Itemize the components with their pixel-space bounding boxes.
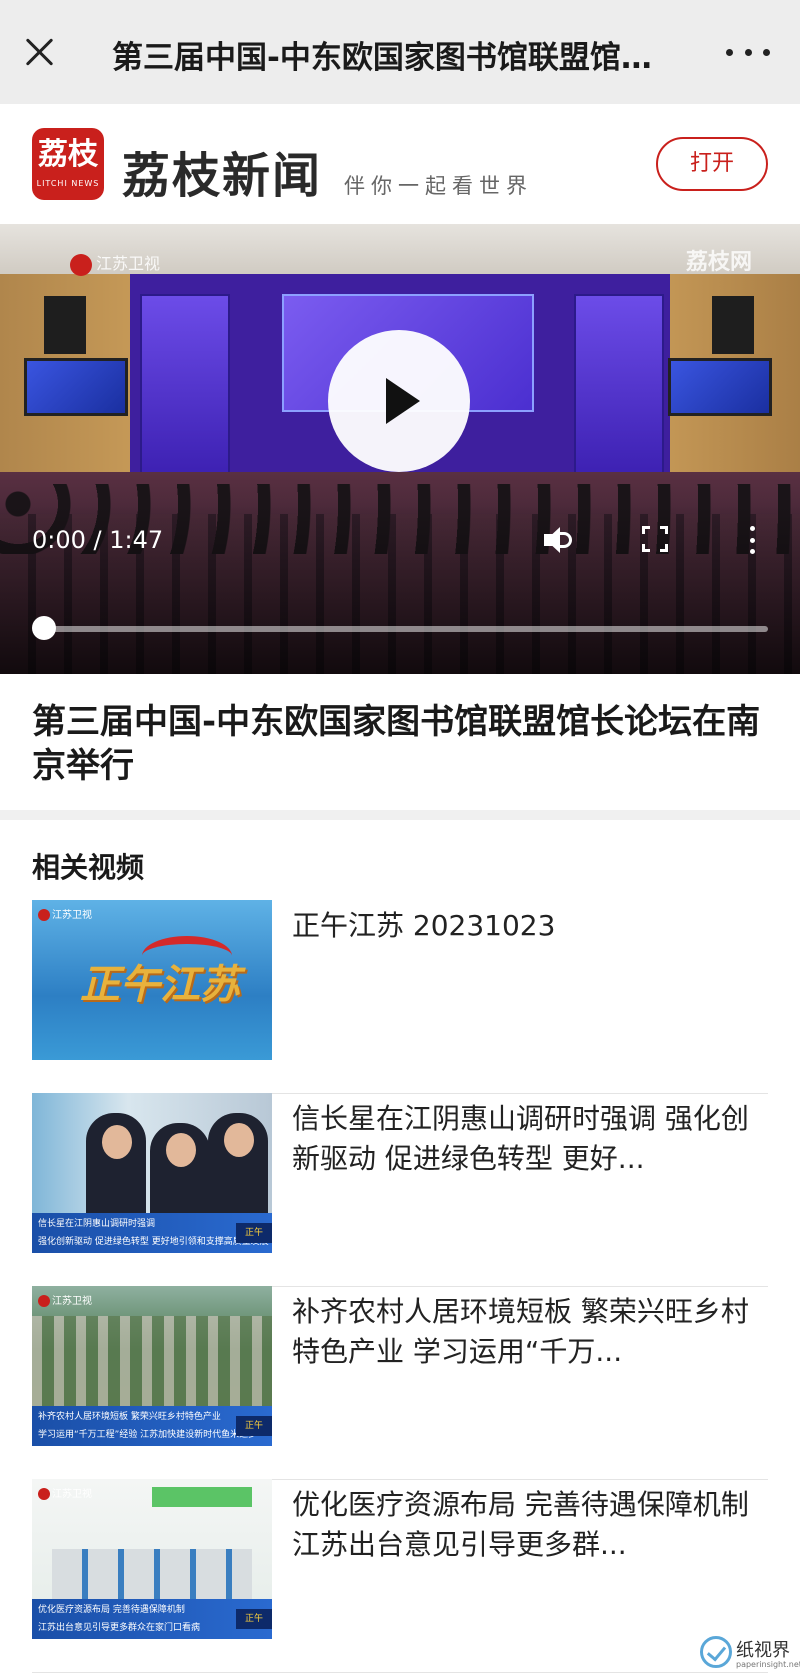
thumb-caption-bar: 补齐农村人居环境短板 繁荣兴旺乡村特色产业 学习运用“千万工程”经验 江苏加快建… xyxy=(32,1406,272,1446)
more-vertical-icon[interactable] xyxy=(746,526,758,554)
watermark-logo-icon xyxy=(700,1636,732,1668)
logo-subtext: LITCHI NEWS xyxy=(36,179,100,188)
related-video-item[interactable]: 江苏卫视 正午江苏 正午江苏 20231023 xyxy=(32,900,768,1094)
channel-logo: 江苏卫视 xyxy=(70,250,160,276)
thumb-logo-text: 正午江苏 xyxy=(80,961,240,1008)
thumb-program-tag: 正午 xyxy=(236,1223,272,1243)
video-player[interactable]: 江苏卫视 荔枝网 0:00 / 1:47 xyxy=(0,224,800,674)
section-divider xyxy=(0,810,800,820)
video-thumbnail[interactable]: 信长星在江阴惠山调研时强调 强化创新驱动 促进绿色转型 更好地引领和支撑高质量发… xyxy=(32,1093,272,1253)
video-watermark: 荔枝网 xyxy=(685,250,752,275)
thumb-caption-line: 强化创新驱动 促进绿色转型 更好地引领和支撑高质量发展 xyxy=(38,1237,269,1247)
related-video-item[interactable]: 信长星在江阴惠山调研时强调 强化创新驱动 促进绿色转型 更好地引领和支撑高质量发… xyxy=(32,1093,768,1287)
video-frame-panel xyxy=(574,294,664,484)
video-time: 0:00 / 1:47 xyxy=(32,526,164,554)
video-thumbnail[interactable]: 江苏卫视 优化医疗资源布局 完善待遇保障机制 江苏出台意见引导更多群众在家门口看… xyxy=(32,1479,272,1639)
thumb-caption-line: 信长星在江阴惠山调研时强调 xyxy=(38,1219,156,1229)
thumb-person-head xyxy=(166,1133,196,1167)
more-horizontal-icon[interactable] xyxy=(726,40,770,64)
thumb-village-aerial xyxy=(32,1316,272,1406)
article-title: 第三届中国-中东欧国家图书馆联盟馆长论坛在南京举行 xyxy=(32,702,761,786)
video-frame-tv xyxy=(668,358,772,416)
thumb-caption-bar: 优化医疗资源布局 完善待遇保障机制 江苏出台意见引导更多群众在家门口看病 正午 xyxy=(32,1599,272,1639)
brand-name: 荔枝新闻 xyxy=(122,148,323,204)
thumb-program-tag: 正午 xyxy=(236,1416,272,1436)
play-icon[interactable] xyxy=(328,330,470,472)
video-frame-tv xyxy=(24,358,128,416)
logo-text: 荔枝 xyxy=(38,137,98,172)
thumb-channel: 江苏卫视 xyxy=(38,1292,92,1307)
related-video-item[interactable]: 江苏卫视 补齐农村人居环境短板 繁荣兴旺乡村特色产业 学习运用“千万工程”经验 … xyxy=(32,1286,768,1480)
thumb-caption-bar: 信长星在江阴惠山调研时强调 强化创新驱动 促进绿色转型 更好地引领和支撑高质量发… xyxy=(32,1213,272,1253)
thumb-program-tag: 正午 xyxy=(236,1609,272,1629)
thumb-channel: 江苏卫视 xyxy=(38,906,92,921)
thumb-caption-line: 学习运用“千万工程”经验 江苏加快建设新时代鱼米之乡 xyxy=(38,1430,258,1440)
video-frame-speaker xyxy=(44,296,86,354)
thumb-caption-line: 补齐农村人居环境短板 繁荣兴旺乡村特色产业 xyxy=(38,1412,221,1422)
video-thumbnail[interactable]: 江苏卫视 补齐农村人居环境短板 繁荣兴旺乡村特色产业 学习运用“千万工程”经验 … xyxy=(32,1286,272,1446)
open-app-button[interactable]: 打开 xyxy=(656,137,768,191)
related-video-title[interactable]: 正午江苏 20231023 xyxy=(292,906,768,946)
thumb-channel: 江苏卫视 xyxy=(38,1485,92,1500)
thumb-caption-line: 优化医疗资源布局 完善待遇保障机制 xyxy=(38,1605,185,1615)
related-video-title[interactable]: 补齐农村人居环境短板 繁荣兴旺乡村特色产业 学习运用“千万... xyxy=(292,1292,768,1372)
page-title: 第三届中国-中东欧国家图书馆联盟馆长论坛在南京举行 xyxy=(112,40,682,76)
brand-header: 荔枝 LITCHI NEWS 荔枝新闻 伴你一起看世界 打开 xyxy=(0,104,800,224)
thumb-caption-line: 江苏出台意见引导更多群众在家门口看病 xyxy=(38,1623,201,1633)
site-watermark: 纸视界 paperinsight.net xyxy=(698,1630,800,1676)
video-progress-thumb[interactable] xyxy=(32,616,56,640)
thumb-clinic-interior xyxy=(52,1549,252,1599)
watermark-url: paperinsight.net xyxy=(736,1660,800,1669)
related-video-title[interactable]: 优化医疗资源布局 完善待遇保障机制 江苏出台意见引导更多群... xyxy=(292,1485,768,1565)
related-video-title[interactable]: 信长星在江阴惠山调研时强调 强化创新驱动 促进绿色转型 更好... xyxy=(292,1099,768,1179)
related-video-item[interactable]: 江苏卫视 优化医疗资源布局 完善待遇保障机制 江苏出台意见引导更多群众在家门口看… xyxy=(32,1479,768,1673)
thumb-clinic-sign xyxy=(152,1487,252,1507)
watermark-name: 纸视界 xyxy=(736,1640,790,1661)
thumb-person-head xyxy=(224,1123,254,1157)
thumb-person-head xyxy=(102,1125,132,1159)
close-icon[interactable] xyxy=(18,30,62,74)
top-nav-bar: 第三届中国-中东欧国家图书馆联盟馆长论坛在南京举行 xyxy=(0,0,800,104)
litchi-news-logo: 荔枝 LITCHI NEWS xyxy=(32,128,104,200)
video-frame-speaker xyxy=(712,296,754,354)
video-thumbnail[interactable]: 江苏卫视 正午江苏 xyxy=(32,900,272,1060)
video-frame-panel xyxy=(140,294,230,484)
related-videos-heading: 相关视频 xyxy=(32,851,145,884)
fullscreen-icon[interactable] xyxy=(642,526,668,552)
video-progress-bar[interactable] xyxy=(42,626,768,632)
volume-icon[interactable] xyxy=(542,524,578,556)
brand-slogan: 伴你一起看世界 xyxy=(344,174,533,198)
